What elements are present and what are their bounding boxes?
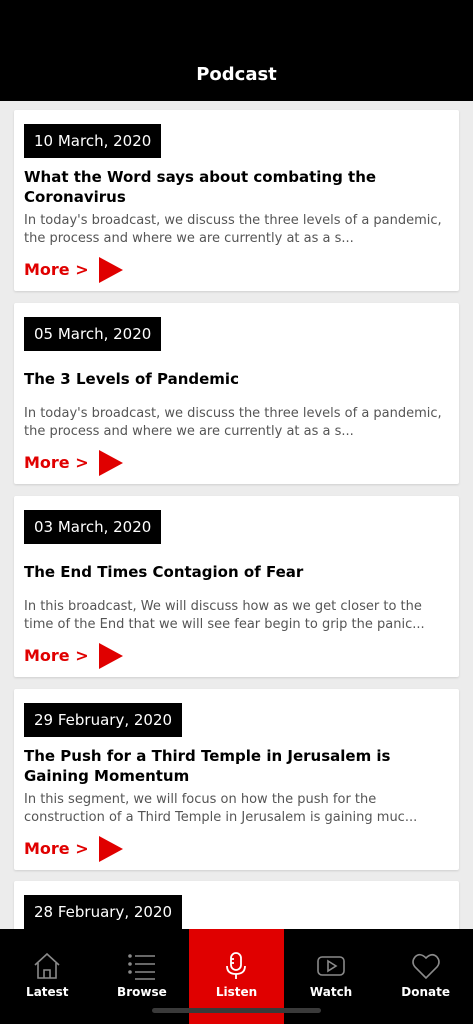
tab-label: Watch bbox=[309, 985, 353, 999]
play-icon[interactable] bbox=[98, 836, 123, 862]
date-badge: 05 March, 2020 bbox=[24, 317, 162, 351]
more-link[interactable]: More > bbox=[24, 642, 89, 670]
more-row: More > bbox=[24, 835, 123, 863]
date-badge: 28 February, 2020 bbox=[24, 895, 183, 929]
date-badge: 10 March, 2020 bbox=[24, 124, 162, 158]
podcast-card[interactable]: 10 March, 2020 What the Word says about … bbox=[14, 110, 459, 291]
episode-description: In this broadcast, We will discuss how a… bbox=[24, 599, 425, 632]
episode-title[interactable]: What the Word says about combating the C… bbox=[24, 167, 444, 207]
play-icon[interactable] bbox=[98, 257, 123, 283]
date-badge: 03 March, 2020 bbox=[24, 510, 162, 544]
podcast-card[interactable]: 29 February, 2020 The Push for a Third T… bbox=[14, 689, 459, 870]
header-bar: Podcast bbox=[0, 0, 473, 101]
page-title: Podcast bbox=[196, 64, 277, 85]
list-icon bbox=[128, 954, 155, 980]
episode-title[interactable]: The Push for a Third Temple in Jerusalem… bbox=[24, 746, 444, 786]
home-indicator bbox=[152, 1008, 321, 1013]
tab-donate[interactable]: Donate bbox=[378, 929, 473, 1024]
podcast-card[interactable]: 28 February, 2020 bbox=[14, 881, 459, 929]
date-badge: 29 February, 2020 bbox=[24, 703, 183, 737]
more-link[interactable]: More > bbox=[24, 449, 89, 477]
tab-label: Listen bbox=[215, 985, 258, 999]
more-link[interactable]: More > bbox=[24, 256, 89, 284]
more-row: More > bbox=[24, 642, 123, 670]
episode-description: In this segment, we will focus on how th… bbox=[24, 792, 418, 825]
episode-description: In today's broadcast, we discuss the thr… bbox=[24, 213, 442, 246]
podcast-feed[interactable]: 10 March, 2020 What the Word says about … bbox=[0, 101, 473, 929]
play-icon[interactable] bbox=[98, 643, 123, 669]
heart-icon bbox=[411, 953, 440, 980]
tab-label: Latest bbox=[26, 985, 69, 999]
episode-title[interactable]: The 3 Levels of Pandemic bbox=[24, 369, 444, 389]
episode-title[interactable]: The End Times Contagion of Fear bbox=[24, 562, 444, 582]
podcast-card[interactable]: 05 March, 2020 The 3 Levels of Pandemic … bbox=[14, 303, 459, 484]
microphone-icon bbox=[226, 952, 247, 979]
home-icon bbox=[34, 952, 60, 979]
video-play-icon bbox=[317, 956, 345, 976]
tab-label: Browse bbox=[117, 985, 167, 999]
tab-label: Donate bbox=[401, 985, 451, 999]
more-row: More > bbox=[24, 256, 123, 284]
podcast-card[interactable]: 03 March, 2020 The End Times Contagion o… bbox=[14, 496, 459, 677]
tab-latest[interactable]: Latest bbox=[0, 929, 95, 1024]
more-row: More > bbox=[24, 449, 123, 477]
episode-description: In today's broadcast, we discuss the thr… bbox=[24, 406, 442, 439]
more-link[interactable]: More > bbox=[24, 835, 89, 863]
play-icon[interactable] bbox=[98, 450, 123, 476]
